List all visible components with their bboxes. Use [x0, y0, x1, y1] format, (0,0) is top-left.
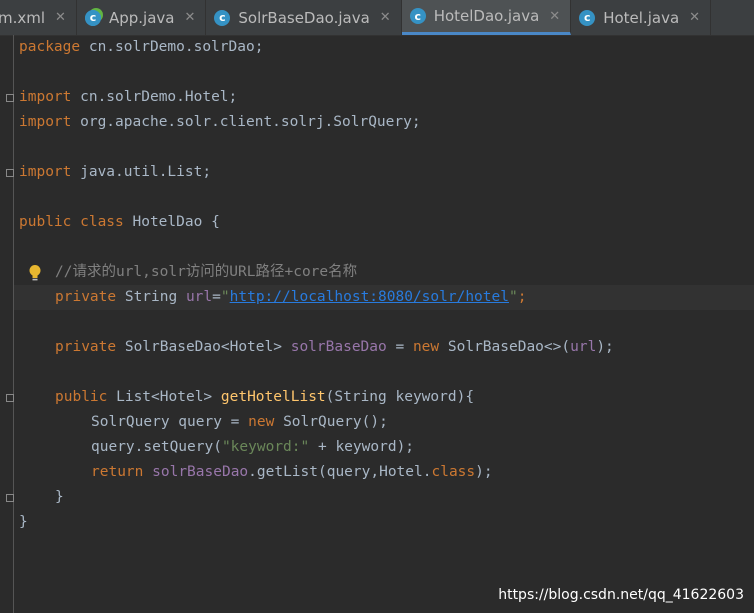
tab-hotel-java[interactable]: c Hotel.java ✕: [571, 0, 712, 35]
code-line: public List<Hotel> getHotelList(String k…: [55, 389, 475, 405]
close-icon[interactable]: ✕: [549, 9, 560, 24]
java-class-icon: c: [214, 9, 231, 26]
close-icon[interactable]: ✕: [55, 10, 66, 25]
code-line: package cn.solrDemo.solrDao;: [19, 39, 264, 55]
code-line: private String url="http://localhost:808…: [55, 289, 527, 305]
close-icon[interactable]: ✕: [184, 10, 195, 25]
java-class-icon: c: [84, 9, 101, 26]
code-line: import java.util.List;: [19, 164, 212, 180]
close-icon[interactable]: ✕: [689, 10, 700, 25]
code-line: import cn.solrDemo.Hotel;: [19, 89, 238, 105]
tab-label: Hotel.java: [603, 8, 680, 27]
close-icon[interactable]: ✕: [380, 10, 391, 25]
code-comment: //请求的url,solr访问的URL路径+core名称: [55, 264, 358, 280]
tab-label: App.java: [108, 8, 175, 27]
fold-icon[interactable]: [6, 94, 14, 102]
code-line: return solrBaseDao.getList(query,Hotel.c…: [91, 464, 493, 480]
code-line: }: [19, 514, 28, 530]
code-line: private SolrBaseDao<Hotel> solrBaseDao =…: [55, 339, 614, 355]
fold-icon[interactable]: [6, 494, 14, 502]
editor-tab-bar: m.xml ✕ c App.java ✕ c SolrBaseDao.java …: [0, 0, 754, 36]
tab-label: m.xml: [0, 8, 46, 27]
tab-pom-xml[interactable]: m.xml ✕: [0, 0, 77, 35]
code-line: }: [55, 489, 64, 505]
code-editor[interactable]: package cn.solrDemo.solrDao; import cn.s…: [0, 35, 754, 613]
tab-hoteldao-java[interactable]: c HotelDao.java ✕: [401, 0, 572, 35]
java-class-icon: c: [409, 8, 426, 24]
code-line: public class HotelDao {: [19, 214, 220, 230]
url-link[interactable]: http://localhost:8080/solr/hotel: [230, 289, 509, 305]
code-line: import org.apache.solr.client.solrj.Solr…: [19, 114, 421, 130]
lightbulb-icon[interactable]: [28, 264, 42, 282]
watermark: https://blog.csdn.net/qq_41622603: [498, 587, 744, 603]
tab-label: HotelDao.java: [433, 7, 540, 25]
fold-icon[interactable]: [6, 394, 14, 402]
tab-solrbasedao-java[interactable]: c SolrBaseDao.java ✕: [206, 0, 402, 35]
tab-label: SolrBaseDao.java: [238, 8, 370, 27]
fold-icon[interactable]: [6, 169, 14, 177]
code-line: SolrQuery query = new SolrQuery();: [91, 414, 388, 430]
code-line: query.setQuery("keyword:" + keyword);: [91, 439, 415, 455]
tab-app-java[interactable]: c App.java ✕: [77, 0, 207, 35]
java-class-icon: c: [579, 9, 596, 26]
